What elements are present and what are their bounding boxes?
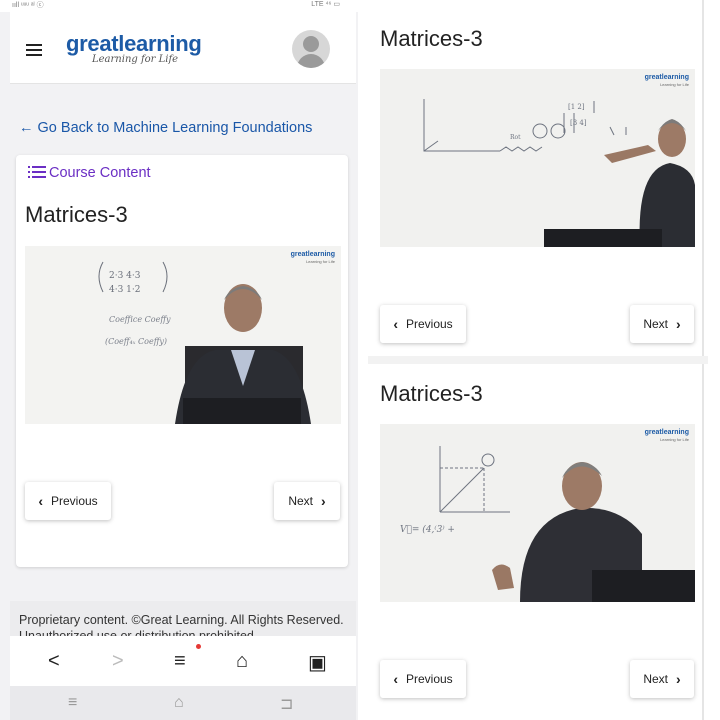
browser-forward-icon[interactable]: > — [112, 650, 124, 673]
status-left: ııll ᵘᵘᵘ ᵃˡ ⓒ — [12, 2, 44, 9]
lesson-card: Course Content Matrices-3 2·3 4·3 4·3 1·… — [16, 155, 348, 567]
lesson-title: Matrices-3 — [380, 26, 483, 51]
previous-label: Previous — [50, 494, 98, 508]
browser-back-icon[interactable]: < — [48, 650, 60, 673]
next-button[interactable]: Next › — [630, 660, 694, 698]
next-label: Next — [643, 317, 668, 331]
video-watermark: greatlearning Learning for Life — [644, 429, 689, 442]
browser-tabs-icon[interactable]: ▣ — [308, 650, 327, 675]
video-player[interactable]: V⃗= (4,⁽3⁾ + greatlearning Learning for L… — [380, 424, 695, 602]
video-frame: 2·3 4·3 4·3 1·2 Coeffice Coeffy (Coeff₄ₓ… — [25, 246, 341, 424]
svg-text:2·3 4·3: 2·3 4·3 — [109, 271, 141, 281]
course-content-label: Course Content — [49, 165, 151, 181]
video-player[interactable]: 2·3 4·3 4·3 1·2 Coeffice Coeffy (Coeff₄ₓ… — [25, 246, 341, 424]
brand-logo[interactable]: greatlearning Learning for Life — [66, 31, 202, 65]
chevron-left-icon: ‹ — [38, 493, 43, 509]
system-menu-icon[interactable]: ≡ — [68, 694, 77, 712]
system-home-icon[interactable]: ⌂ — [174, 694, 184, 712]
hamburger-menu-icon[interactable] — [26, 44, 42, 56]
svg-text:[3 4]: [3 4] — [570, 119, 587, 127]
previous-button[interactable]: ‹ Previous — [380, 660, 466, 698]
status-right: LTE ⁴⁶ ▭ — [311, 1, 340, 8]
list-icon — [28, 166, 46, 178]
previous-button[interactable]: ‹ Previous — [25, 482, 111, 520]
system-back-icon[interactable]: ⊐ — [280, 694, 293, 714]
svg-text:4·3 1·2: 4·3 1·2 — [109, 285, 141, 295]
panel-bottom-right: Matrices-3 V⃗= (4,⁽3⁾ + greatlearning Lea… — [368, 364, 704, 720]
footer-copyright: Proprietary content. ©Great Learning. Al… — [10, 601, 356, 641]
next-button[interactable]: Next › — [274, 482, 340, 520]
app-header: greatlearning Learning for Life — [10, 12, 356, 84]
chevron-left-icon: ‹ — [393, 316, 398, 332]
browser-toolbar: < > ≡ ⌂ ▣ — [10, 636, 356, 686]
svg-text:Coeffice Coeffy: Coeffice Coeffy — [109, 315, 171, 324]
chevron-left-icon: ‹ — [393, 671, 398, 687]
video-watermark: greatlearning Learning for Life — [644, 74, 689, 87]
lesson-title: Matrices-3 — [380, 381, 483, 406]
chevron-right-icon: › — [676, 671, 681, 687]
lesson-title: Matrices-3 — [25, 202, 128, 227]
user-avatar[interactable] — [292, 30, 330, 68]
next-label: Next — [288, 494, 313, 508]
whiteboard-vector: V⃗= (4,⁽3⁾ + — [400, 524, 455, 535]
previous-label: Previous — [405, 317, 453, 331]
next-label: Next — [643, 672, 668, 686]
system-nav-bar: ≡ ⌂ ⊐ — [10, 686, 356, 720]
course-content-toggle[interactable]: Course Content — [28, 165, 151, 181]
screenshot-collage: ııll ᵘᵘᵘ ᵃˡ ⓒ LTE ⁴⁶ ▭ greatlearning Lea… — [0, 0, 720, 720]
status-bar: ııll ᵘᵘᵘ ᵃˡ ⓒ LTE ⁴⁶ ▭ — [0, 0, 358, 12]
video-player[interactable]: [1 2] [3 4] Rot greatlearning Learning fo… — [380, 69, 695, 247]
phone-screen-left: ııll ᵘᵘᵘ ᵃˡ ⓒ LTE ⁴⁶ ▭ greatlearning Lea… — [0, 0, 358, 720]
svg-text:(Coeff₄ₓ Coeffy): (Coeff₄ₓ Coeffy) — [105, 337, 167, 346]
notification-dot — [196, 644, 201, 649]
chevron-right-icon: › — [676, 316, 681, 332]
previous-label: Previous — [405, 672, 453, 686]
chevron-right-icon: › — [321, 493, 326, 509]
svg-text:[1 2]: [1 2] — [568, 103, 585, 111]
previous-button[interactable]: ‹ Previous — [380, 305, 466, 343]
video-frame: [1 2] [3 4] Rot — [380, 69, 695, 247]
back-to-course-link[interactable]: ← Go Back to Machine Learning Foundation… — [19, 120, 312, 136]
browser-home-icon[interactable]: ⌂ — [236, 650, 248, 673]
video-frame: V⃗= (4,⁽3⁾ + — [380, 424, 695, 602]
browser-menu-icon[interactable]: ≡ — [174, 650, 186, 673]
panel-top-right: Matrices-3 [1 2] [3 4] Rot greatlearning… — [368, 0, 704, 356]
next-button[interactable]: Next › — [630, 305, 694, 343]
panel-divider — [368, 356, 708, 364]
svg-text:Rot: Rot — [510, 134, 521, 141]
video-watermark: greatlearning Learning for Life — [290, 251, 335, 264]
